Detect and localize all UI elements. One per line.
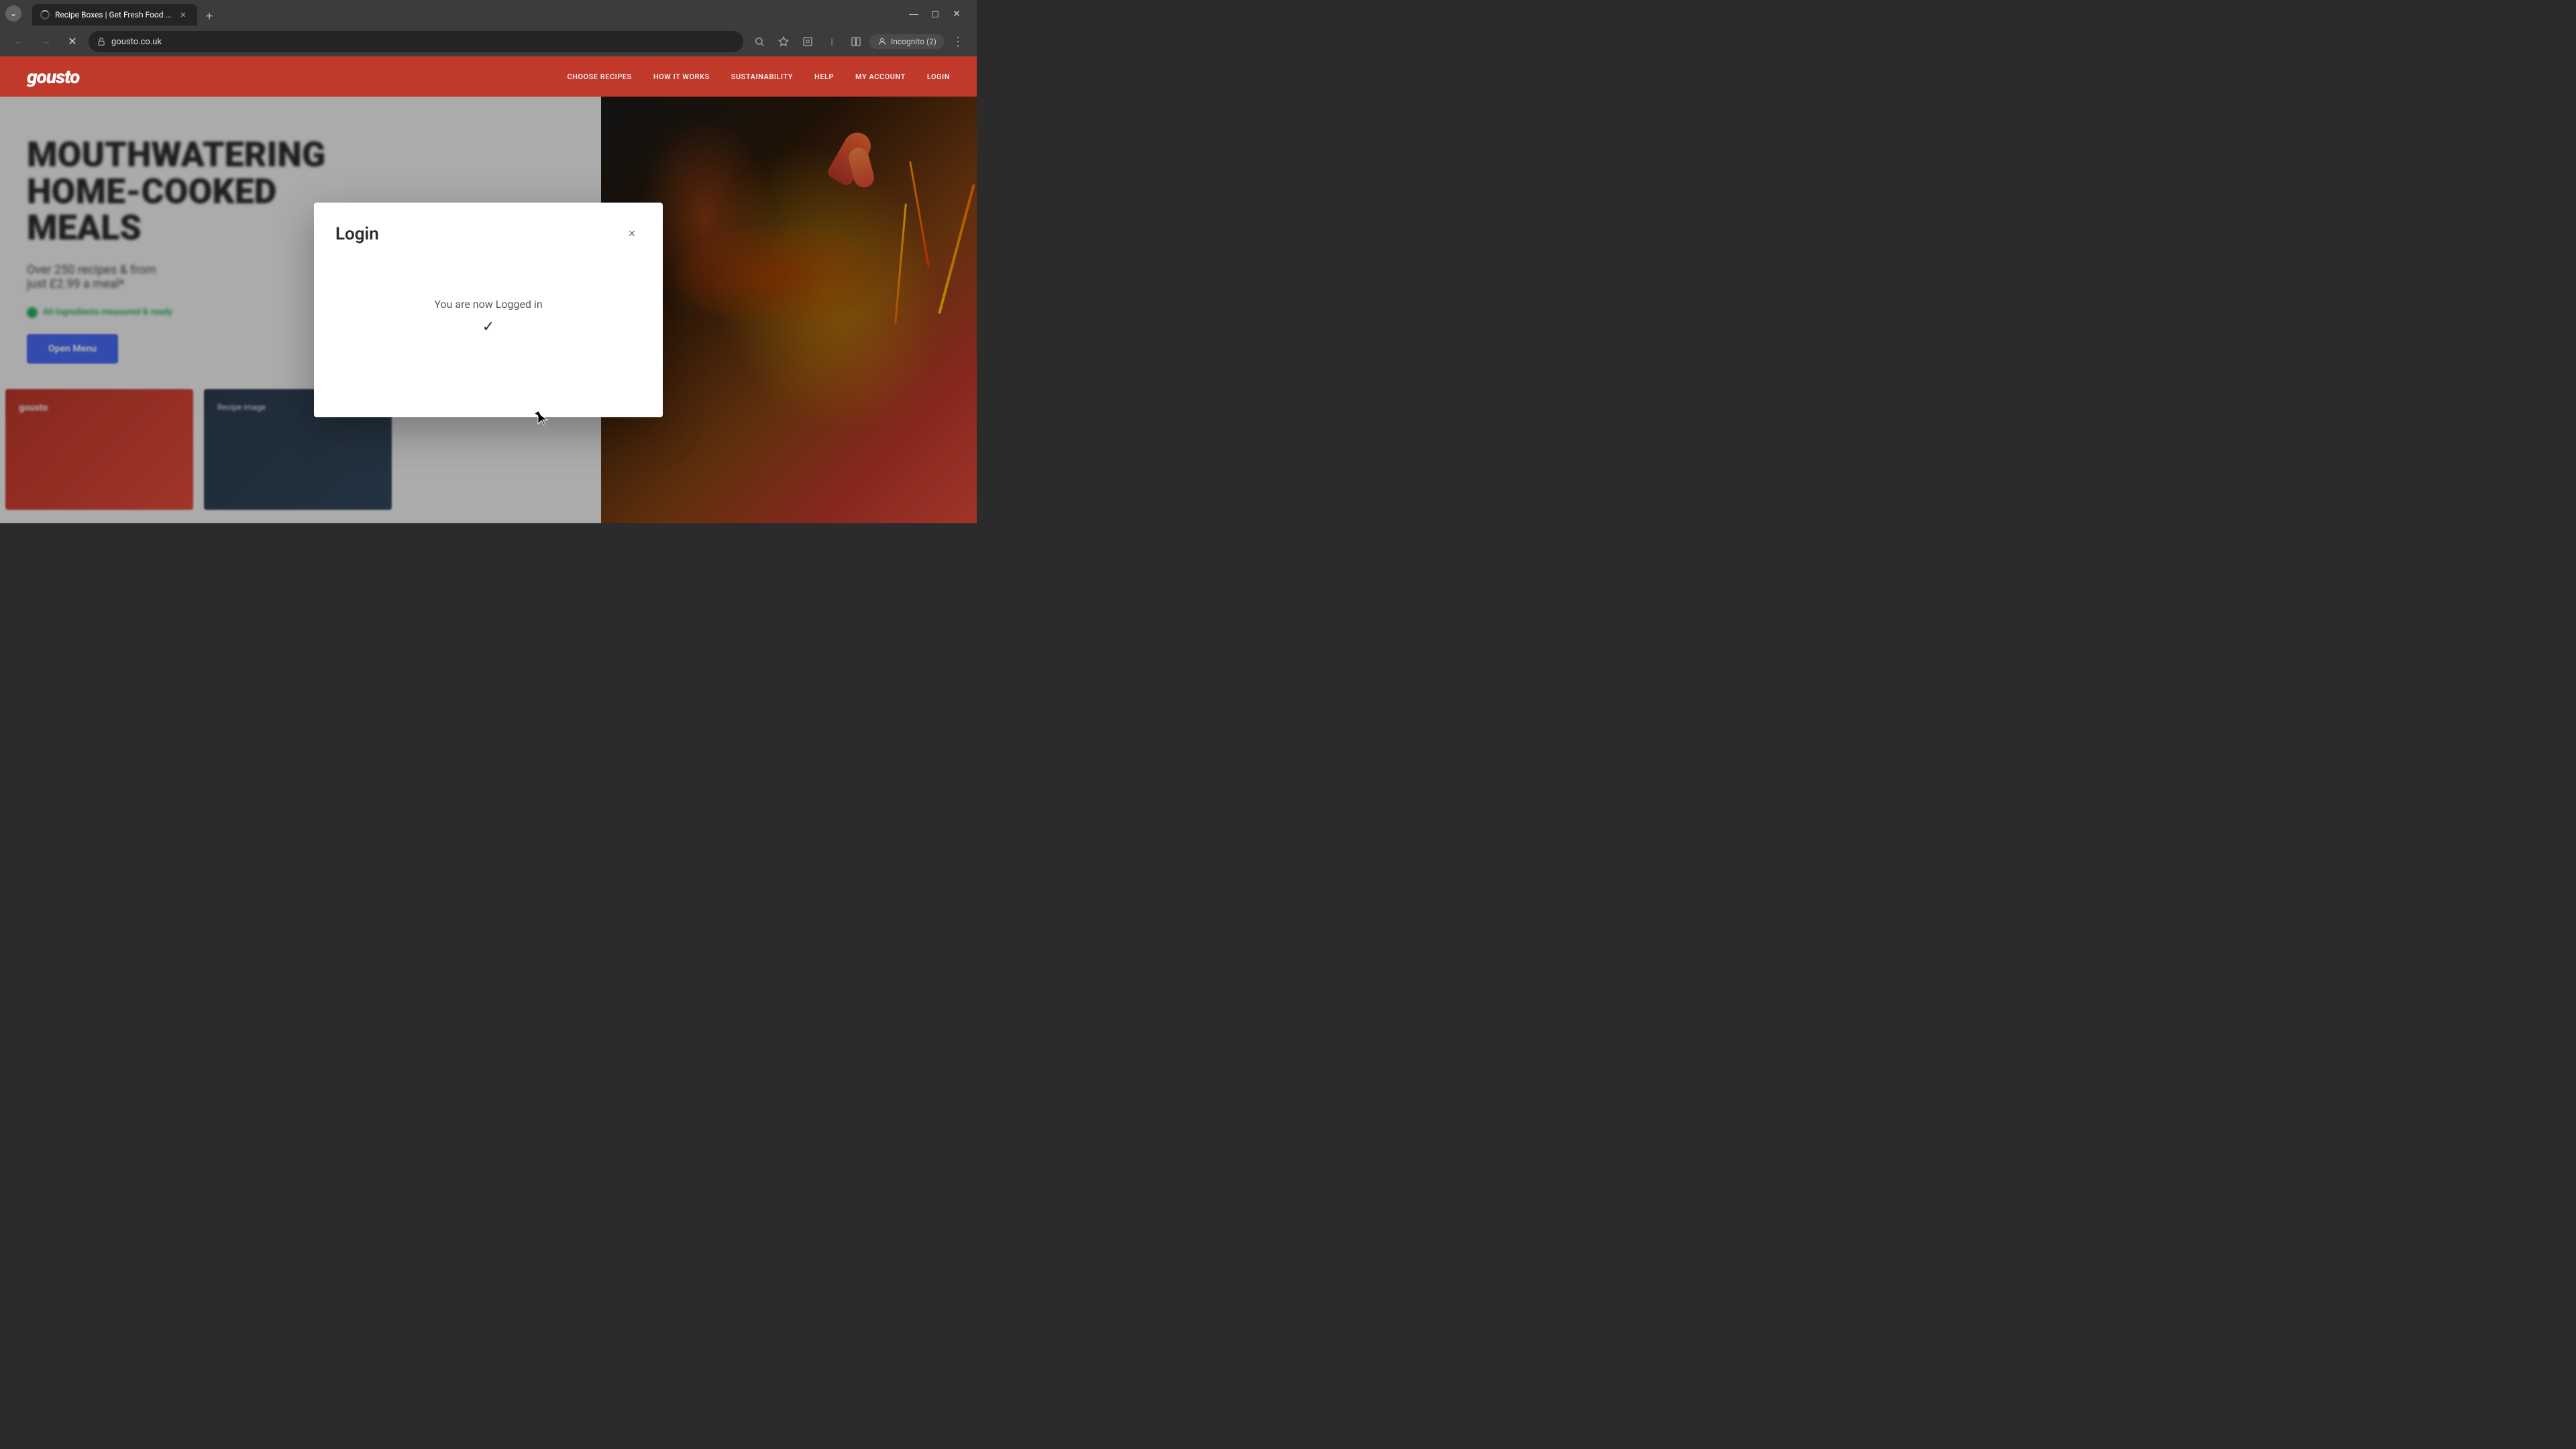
extensions-button[interactable] (797, 31, 818, 52)
login-modal: Login × You are now Logged in ✓ (314, 203, 663, 417)
nav-sustainability[interactable]: SUSTAINABILITY (731, 72, 793, 81)
address-bar: ← → ✕ gousto.co.uk (0, 27, 977, 56)
search-button[interactable] (749, 31, 770, 52)
window-controls: — ◻ ✕ (904, 4, 966, 23)
split-view-button[interactable] (845, 31, 867, 52)
secure-icon (97, 37, 106, 46)
hero-section: MOUTHWATERINGHOME-COOKEDMEALS Over 250 r… (0, 97, 977, 523)
browser-chrome: ⌄ Recipe Boxes | Get Fresh Food ... ✕ + … (0, 0, 977, 56)
check-icon: ✓ (482, 319, 494, 335)
star-icon (778, 36, 789, 47)
new-tab-button[interactable]: + (200, 7, 219, 25)
menu-button[interactable]: ⋮ (947, 31, 969, 52)
website-content: gousto CHOOSE RECIPES HOW IT WORKS SUSTA… (0, 56, 977, 523)
nav-choose-recipes[interactable]: CHOOSE RECIPES (567, 72, 631, 81)
incognito-badge[interactable]: Incognito (2) (869, 34, 945, 49)
site-nav: gousto CHOOSE RECIPES HOW IT WORKS SUSTA… (0, 56, 977, 97)
modal-body: You are now Logged in ✓ (335, 276, 641, 357)
back-button[interactable]: ← (8, 31, 30, 52)
maximize-button[interactable]: ◻ (926, 4, 945, 23)
profile-button[interactable]: | (821, 31, 843, 52)
incognito-icon (877, 37, 887, 46)
url-bar[interactable]: gousto.co.uk (89, 31, 743, 52)
forward-button[interactable]: → (35, 31, 56, 52)
url-text: gousto.co.uk (111, 37, 162, 47)
site-logo[interactable]: gousto (27, 66, 79, 88)
tab-bar: Recipe Boxes | Get Fresh Food ... ✕ + (27, 1, 899, 25)
nav-help[interactable]: HELP (814, 72, 834, 81)
modal-close-button[interactable]: × (623, 224, 641, 243)
nav-how-it-works[interactable]: HOW IT WORKS (653, 72, 710, 81)
minimize-button[interactable]: — (904, 4, 923, 23)
tab-loading-spinner (40, 10, 50, 19)
reload-button[interactable]: ✕ (62, 31, 83, 52)
logged-in-message: You are now Logged in (434, 298, 542, 311)
modal-title: Login (335, 224, 379, 244)
tab-close-button[interactable]: ✕ (177, 9, 189, 21)
split-icon (851, 36, 861, 47)
title-bar: ⌄ Recipe Boxes | Get Fresh Food ... ✕ + … (0, 0, 977, 27)
bookmark-button[interactable] (773, 31, 794, 52)
incognito-label: Incognito (2) (891, 37, 936, 46)
active-tab[interactable]: Recipe Boxes | Get Fresh Food ... ✕ (32, 4, 197, 25)
nav-my-account[interactable]: MY ACCOUNT (855, 72, 906, 81)
nav-links: CHOOSE RECIPES HOW IT WORKS SUSTAINABILI… (567, 72, 950, 81)
tab-title: Recipe Boxes | Get Fresh Food ... (55, 10, 172, 19)
close-button[interactable]: ✕ (947, 4, 966, 23)
puzzle-icon (802, 36, 813, 47)
modal-header: Login × (335, 224, 641, 244)
nav-login[interactable]: LOGIN (927, 72, 950, 81)
nav-expand-button[interactable]: ⌄ (5, 5, 21, 21)
address-actions: | Incognito (2) ⋮ (749, 31, 969, 52)
search-icon (754, 36, 765, 47)
